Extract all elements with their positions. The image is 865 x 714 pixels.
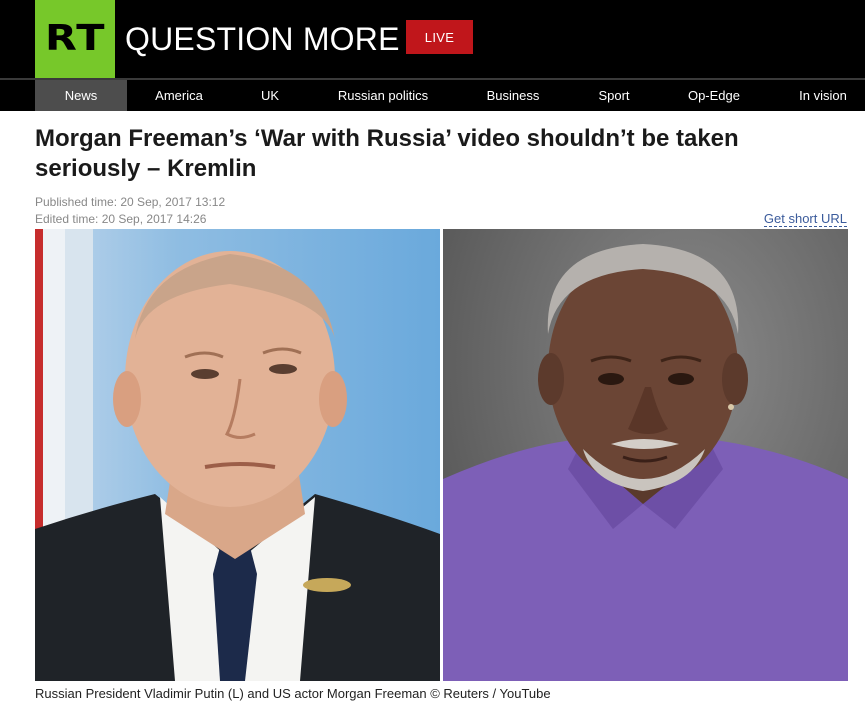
- nav-item-russian-politics[interactable]: Russian politics: [330, 80, 436, 111]
- photo-putin: [35, 229, 440, 681]
- edited-time: Edited time: 20 Sep, 2017 14:26: [35, 212, 207, 226]
- article-title: Morgan Freeman’s ‘War with Russia’ video…: [35, 125, 739, 182]
- rt-logo[interactable]: RT: [35, 0, 115, 78]
- article-photo: [35, 229, 848, 681]
- nav-item-business[interactable]: Business: [475, 80, 551, 111]
- nav-item-uk[interactable]: UK: [248, 80, 292, 111]
- logo-text: RT: [44, 18, 106, 59]
- photo-freeman: [443, 229, 848, 681]
- main-nav: News America UK Russian politics Busines…: [0, 80, 865, 111]
- photo-caption: Russian President Vladimir Putin (L) and…: [35, 686, 551, 701]
- nav-item-news[interactable]: News: [35, 80, 127, 111]
- published-time: Published time: 20 Sep, 2017 13:12: [35, 195, 226, 209]
- nav-item-sport[interactable]: Sport: [588, 80, 640, 111]
- nav-item-in-vision[interactable]: In vision: [790, 80, 856, 111]
- get-short-url-link[interactable]: Get short URL: [763, 211, 847, 227]
- site-header: RT QUESTION MORE LIVE: [0, 0, 865, 78]
- nav-item-op-edge[interactable]: Op-Edge: [678, 80, 750, 111]
- site-tagline: QUESTION MORE: [125, 21, 400, 57]
- live-button[interactable]: LIVE: [406, 20, 473, 54]
- nav-item-america[interactable]: America: [144, 80, 214, 111]
